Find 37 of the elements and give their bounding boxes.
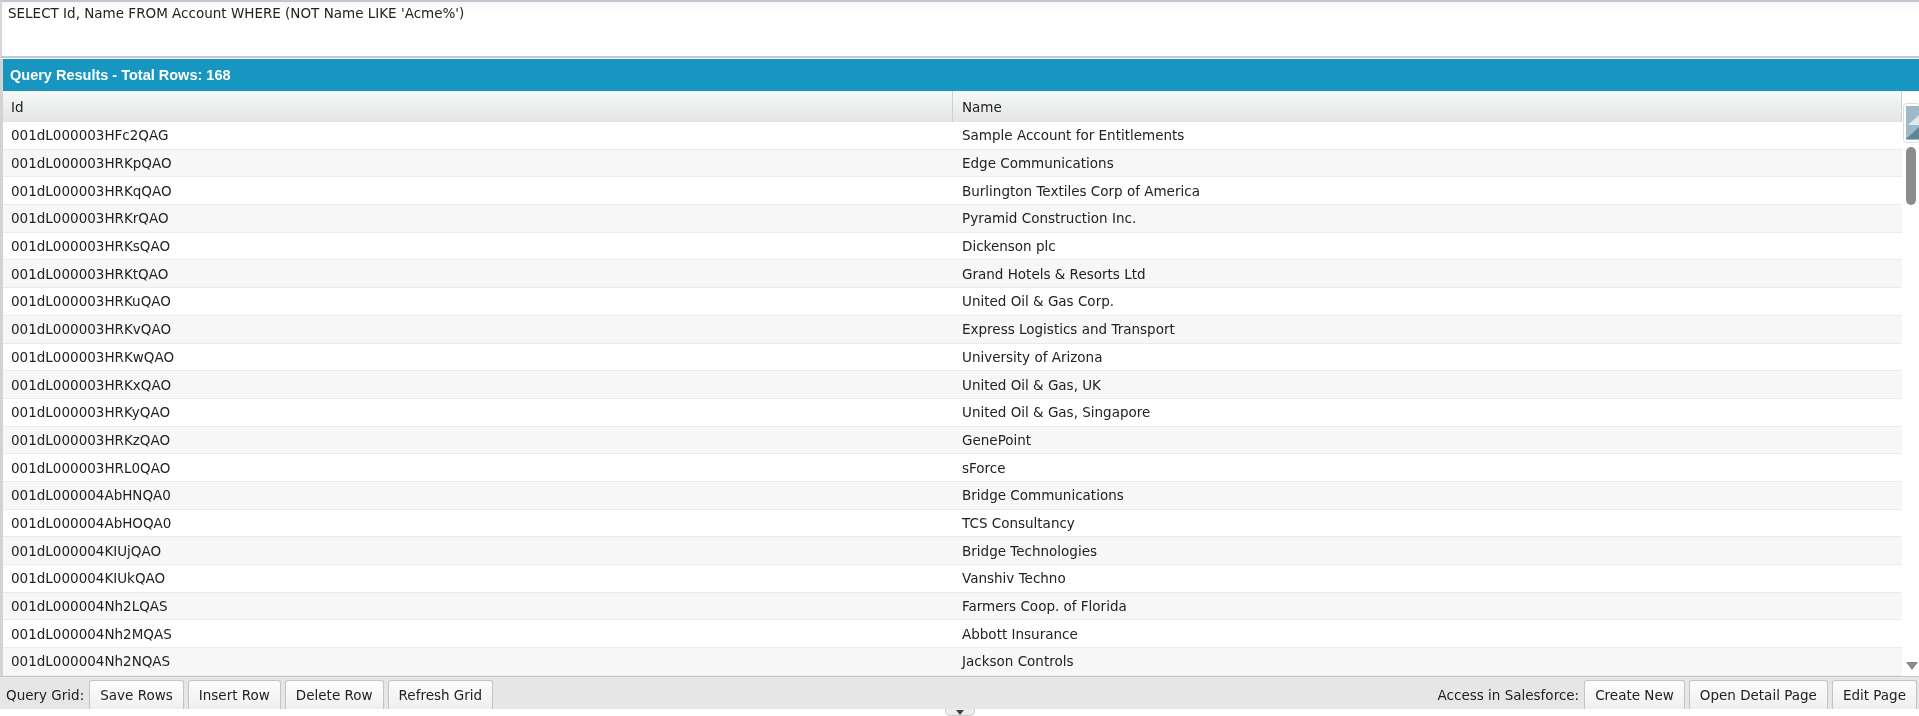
query-input-field[interactable]: SELECT Id, Name FROM Account WHERE (NOT Name LIKE 'Acme%') bbox=[0, 0, 1919, 58]
down-arrow-icon[interactable] bbox=[1906, 662, 1918, 670]
table-cell: 001dL000004Nh2LQAS bbox=[3, 592, 953, 621]
table-cell: Jackson Controls bbox=[953, 648, 1902, 676]
scrollbar-thumb[interactable] bbox=[1906, 147, 1916, 205]
results-header: Query Results - Total Rows: 168 bbox=[3, 59, 1919, 91]
toolbar-button[interactable]: Delete Row bbox=[284, 680, 384, 709]
column-header[interactable]: Name bbox=[953, 91, 1902, 122]
table-cell: 001dL000003HRKtQAO bbox=[3, 260, 953, 289]
table-cell: Bridge Technologies bbox=[953, 537, 1902, 565]
toolbar-label: Query Grid: bbox=[6, 686, 85, 703]
toolbar-button[interactable]: Insert Row bbox=[187, 680, 281, 709]
table-cell: Bridge Communications bbox=[953, 481, 1902, 510]
table-cell: Express Logistics and Transport bbox=[953, 315, 1902, 344]
table-cell: 001dL000003HRKrQAO bbox=[3, 205, 953, 233]
toolbar-button[interactable]: Refresh Grid bbox=[387, 680, 494, 709]
table-cell: 001dL000003HRKzQAO bbox=[3, 426, 953, 455]
table-cell: 001dL000004AbHNQA0 bbox=[3, 481, 953, 510]
table-cell: 001dL000003HRKxQAO bbox=[3, 371, 953, 399]
table-cell: Grand Hotels & Resorts Ltd bbox=[953, 260, 1902, 289]
table-cell: United Oil & Gas, UK bbox=[953, 371, 1902, 399]
toolbar-button[interactable]: Save Rows bbox=[89, 680, 184, 709]
up-arrow-icon[interactable] bbox=[1903, 103, 1919, 143]
table-cell: 001dL000004Nh2NQAS bbox=[3, 648, 953, 676]
table-cell: GenePoint bbox=[953, 426, 1902, 455]
column-header[interactable]: Id bbox=[3, 91, 953, 122]
toolbar-button[interactable]: Create New bbox=[1584, 680, 1685, 709]
table-cell: 001dL000003HRKvQAO bbox=[3, 315, 953, 344]
table-cell: Pyramid Construction Inc. bbox=[953, 205, 1902, 233]
toolbar-button[interactable]: Edit Page bbox=[1831, 680, 1917, 709]
table-cell: Farmers Coop. of Florida bbox=[953, 592, 1902, 621]
collapse-button[interactable] bbox=[944, 709, 975, 716]
toolbar-label: Access in Salesforce: bbox=[1437, 686, 1580, 703]
table-cell: Edge Communications bbox=[953, 149, 1902, 178]
table-cell: 001dL000003HRKpQAO bbox=[3, 149, 953, 178]
table-cell: 001dL000004KIUjQAO bbox=[3, 537, 953, 565]
toolbar-button[interactable]: Open Detail Page bbox=[1688, 680, 1828, 709]
